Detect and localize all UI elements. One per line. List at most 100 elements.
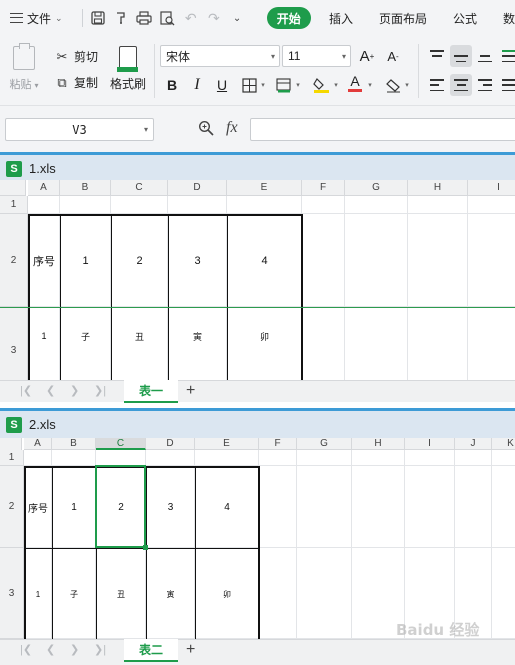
first-sheet-icon[interactable]: |❮ [20,384,32,397]
column-header[interactable]: G [345,180,408,196]
column-header[interactable]: D [146,438,195,450]
row-header[interactable]: 3 [0,548,24,639]
cut-button[interactable]: ✂ 剪切 [54,48,98,65]
paste-button[interactable]: 粘贴 ▾ [8,43,40,92]
format-brush-quick-icon[interactable] [110,0,133,36]
table-cell[interactable]: 1 [28,307,60,365]
table-cell[interactable]: 子 [52,548,96,639]
table-header-cell[interactable]: 2 [111,214,168,307]
formula-input[interactable] [250,118,515,141]
column-header[interactable]: I [468,180,515,196]
row-header[interactable]: 1 [0,196,28,214]
align-right-icon[interactable] [474,74,496,96]
justify-icon[interactable] [498,74,515,96]
italic-button[interactable]: I [186,74,208,96]
align-middle-icon[interactable] [450,45,472,67]
table-header-cell[interactable]: 序号 [24,466,52,548]
column-header[interactable]: B [60,180,111,196]
column-header[interactable]: K [492,438,515,450]
eraser-icon[interactable] [382,74,404,96]
font-name-select[interactable]: 宋体 ▾ [160,45,280,67]
last-sheet-icon[interactable]: ❯| [94,384,106,397]
decrease-font-icon[interactable]: A- [382,45,404,67]
next-sheet-icon[interactable]: ❯ [70,384,79,397]
select-all-corner[interactable] [0,180,26,196]
table-cell[interactable]: 寅 [168,307,227,365]
tab-start[interactable]: 开始 [266,7,311,29]
font-size-select[interactable]: 11 ▾ [282,45,351,67]
fx-button[interactable]: fx [226,119,238,137]
file-menu[interactable]: 文件 ⌄ [0,0,78,36]
bold-button[interactable]: B [161,74,183,96]
prev-sheet-icon[interactable]: ❮ [46,384,55,397]
chevron-down-icon[interactable]: ▾ [259,74,267,96]
print-icon[interactable] [133,0,156,36]
sheet-tab[interactable]: 表二 [124,639,178,662]
redo-icon[interactable]: ↷ [202,0,225,36]
zoom-icon[interactable] [198,120,214,140]
column-header[interactable]: E [227,180,302,196]
tab-formulas[interactable]: 公式 [453,10,477,27]
table-header-cell[interactable]: 4 [227,214,302,307]
underline-button[interactable]: U [211,74,233,96]
tab-page-layout[interactable]: 页面布局 [379,10,427,27]
table-cell[interactable]: 卯 [195,548,259,639]
fill-color-icon[interactable] [310,74,332,96]
table-header-cell[interactable]: 3 [146,466,195,548]
table-cell[interactable]: 子 [60,307,111,365]
indent-icon[interactable] [498,45,515,67]
add-sheet-icon[interactable]: + [186,382,195,400]
chevron-down-icon[interactable]: ▾ [332,74,340,96]
column-header[interactable]: A [24,438,52,450]
font-color-button[interactable]: A [344,72,366,94]
column-header[interactable]: I [405,438,455,450]
prev-sheet-icon[interactable]: ❮ [46,643,55,656]
table-header-cell[interactable]: 1 [60,214,111,307]
sheet-grid[interactable]: ABCDEFGHI 123 序号 1 2 3 4 1 子丑寅卯 [0,180,515,380]
first-sheet-icon[interactable]: |❮ [20,643,32,656]
next-sheet-icon[interactable]: ❯ [70,643,79,656]
cell-style-icon[interactable] [273,74,295,96]
align-center-icon[interactable] [450,74,472,96]
column-header[interactable]: F [302,180,345,196]
tab-data[interactable]: 数 [503,10,515,27]
column-header[interactable]: F [259,438,297,450]
print-preview-icon[interactable] [156,0,179,36]
row-header[interactable]: 2 [0,214,28,307]
sheet-tab[interactable]: 表一 [124,380,178,403]
table-header-cell[interactable]: 3 [168,214,227,307]
column-header[interactable]: H [352,438,405,450]
table-cell[interactable]: 1 [24,548,52,639]
chevron-down-icon[interactable]: ▾ [294,74,302,96]
active-cell-selection[interactable] [95,465,148,550]
table-cell[interactable]: 寅 [146,548,195,639]
align-top-icon[interactable] [426,45,448,67]
table-header-cell[interactable]: 4 [195,466,259,548]
column-header[interactable]: C [96,438,146,450]
save-icon[interactable] [87,0,110,36]
chevron-down-icon[interactable]: ⌄ [225,0,248,36]
align-bottom-icon[interactable] [474,45,496,67]
undo-icon[interactable]: ↶ [179,0,202,36]
row-header[interactable]: 3 [0,307,28,380]
borders-icon[interactable] [238,74,260,96]
chevron-down-icon[interactable]: ▾ [403,74,411,96]
column-header[interactable]: A [28,180,60,196]
table-cell[interactable]: 卯 [227,307,302,365]
column-header[interactable]: D [168,180,227,196]
tab-insert[interactable]: 插入 [329,10,353,27]
chevron-down-icon[interactable]: ▾ [366,74,374,96]
increase-font-icon[interactable]: A + [356,45,378,67]
name-box[interactable]: V3 ▾ [5,118,154,141]
column-header[interactable]: C [111,180,168,196]
column-header[interactable]: B [52,438,96,450]
column-header[interactable]: H [408,180,468,196]
table-header-cell[interactable]: 1 [52,466,96,548]
copy-button[interactable]: ⧉ 复制 [54,74,98,91]
row-header[interactable]: 1 [0,450,24,466]
column-header[interactable]: G [297,438,352,450]
table-header-cell[interactable]: 序号 [28,214,60,307]
row-header[interactable]: 2 [0,466,24,548]
add-sheet-icon[interactable]: + [186,641,195,659]
align-left-icon[interactable] [426,74,448,96]
